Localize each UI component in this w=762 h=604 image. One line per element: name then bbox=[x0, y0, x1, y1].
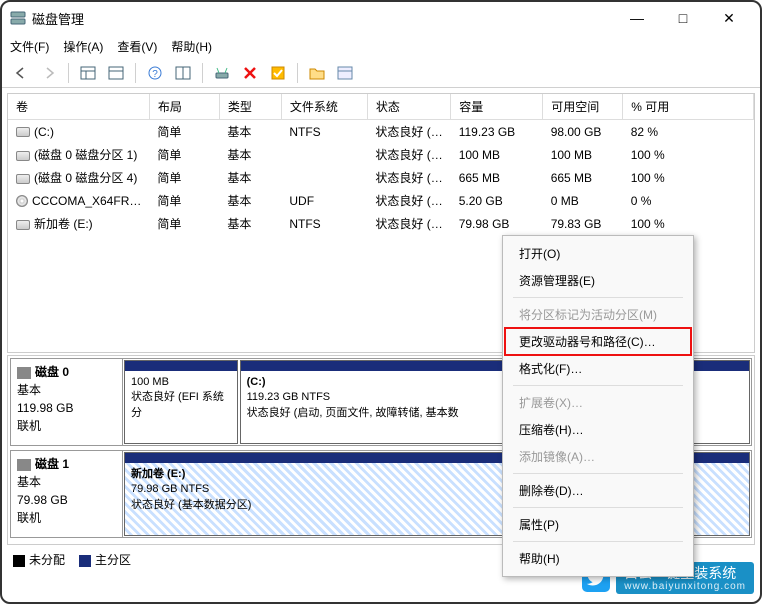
titlebar: 磁盘管理 — □ ✕ bbox=[2, 2, 760, 34]
delete-button[interactable] bbox=[239, 62, 261, 84]
disc-icon bbox=[16, 195, 28, 207]
refresh-button[interactable] bbox=[172, 62, 194, 84]
disk-info: 磁盘 0基本119.98 GB联机 bbox=[11, 359, 123, 445]
table-row[interactable]: (C:)简单基本NTFS状态良好 (…119.23 GB98.00 GB82 % bbox=[8, 120, 754, 144]
window-title: 磁盘管理 bbox=[32, 9, 614, 28]
table-row[interactable]: (磁盘 0 磁盘分区 1)简单基本状态良好 (…100 MB100 MB100 … bbox=[8, 143, 754, 166]
ctx-separator bbox=[513, 541, 683, 542]
menu-file[interactable]: 文件(F) bbox=[10, 38, 49, 55]
help-button[interactable]: ? bbox=[144, 62, 166, 84]
toolbar-separator bbox=[68, 63, 69, 83]
disk-icon bbox=[17, 367, 31, 379]
ctx-change-drive-letter[interactable]: 更改驱动器号和路径(C)… bbox=[505, 328, 691, 355]
svg-text:?: ? bbox=[152, 69, 158, 80]
ctx-format[interactable]: 格式化(F)… bbox=[505, 355, 691, 382]
app-icon bbox=[10, 10, 26, 26]
ctx-separator bbox=[513, 297, 683, 298]
menubar: 文件(F) 操作(A) 查看(V) 帮助(H) bbox=[2, 34, 760, 58]
ctx-open[interactable]: 打开(O) bbox=[505, 240, 691, 267]
toolbar-separator bbox=[202, 63, 203, 83]
context-menu: 打开(O) 资源管理器(E) 将分区标记为活动分区(M) 更改驱动器号和路径(C… bbox=[502, 235, 694, 577]
folder-button[interactable] bbox=[306, 62, 328, 84]
legend-primary-swatch bbox=[79, 555, 91, 567]
col-percent[interactable]: % 可用 bbox=[623, 94, 754, 120]
ctx-separator bbox=[513, 473, 683, 474]
menu-help[interactable]: 帮助(H) bbox=[171, 38, 212, 55]
ctx-properties[interactable]: 属性(P) bbox=[505, 511, 691, 538]
toolbar-separator bbox=[135, 63, 136, 83]
ctx-shrink[interactable]: 压缩卷(H)… bbox=[505, 416, 691, 443]
legend-unallocated-label: 未分配 bbox=[29, 553, 65, 567]
view2-button[interactable] bbox=[105, 62, 127, 84]
minimize-button[interactable]: — bbox=[614, 3, 660, 33]
drive-icon bbox=[16, 220, 30, 230]
drive-icon bbox=[16, 174, 30, 184]
table-row[interactable]: (磁盘 0 磁盘分区 4)简单基本状态良好 (…665 MB665 MB100 … bbox=[8, 166, 754, 189]
col-volume[interactable]: 卷 bbox=[8, 94, 149, 120]
legend-unallocated-swatch bbox=[13, 555, 25, 567]
disk-info: 磁盘 1基本79.98 GB联机 bbox=[11, 451, 123, 537]
col-free[interactable]: 可用空间 bbox=[543, 94, 623, 120]
ctx-explorer[interactable]: 资源管理器(E) bbox=[505, 267, 691, 294]
col-layout[interactable]: 布局 bbox=[149, 94, 219, 120]
view1-button[interactable] bbox=[77, 62, 99, 84]
col-status[interactable]: 状态 bbox=[367, 94, 450, 120]
check-button[interactable] bbox=[267, 62, 289, 84]
scan-button[interactable] bbox=[211, 62, 233, 84]
menu-action[interactable]: 操作(A) bbox=[63, 38, 103, 55]
ctx-delete[interactable]: 删除卷(D)… bbox=[505, 477, 691, 504]
col-type[interactable]: 类型 bbox=[219, 94, 281, 120]
ctx-help[interactable]: 帮助(H) bbox=[505, 545, 691, 572]
maximize-button[interactable]: □ bbox=[660, 3, 706, 33]
close-button[interactable]: ✕ bbox=[706, 3, 752, 33]
disk-icon bbox=[17, 459, 31, 471]
table-row[interactable]: CCCOMA_X64FR…简单基本UDF状态良好 (…5.20 GB0 MB0 … bbox=[8, 189, 754, 212]
drive-icon bbox=[16, 151, 30, 161]
ctx-mirror: 添加镜像(A)… bbox=[505, 443, 691, 470]
col-fs[interactable]: 文件系统 bbox=[281, 94, 367, 120]
ctx-separator bbox=[513, 385, 683, 386]
partition[interactable]: 100 MB状态良好 (EFI 系统分 bbox=[124, 360, 238, 444]
drive-icon bbox=[16, 127, 30, 137]
table-row[interactable]: 新加卷 (E:)简单基本NTFS状态良好 (…79.98 GB79.83 GB1… bbox=[8, 212, 754, 235]
col-capacity[interactable]: 容量 bbox=[451, 94, 543, 120]
toolbar-separator bbox=[297, 63, 298, 83]
properties-button[interactable] bbox=[334, 62, 356, 84]
toolbar: ? bbox=[2, 58, 760, 88]
window-controls: — □ ✕ bbox=[614, 3, 752, 33]
forward-button[interactable] bbox=[38, 62, 60, 84]
back-button[interactable] bbox=[10, 62, 32, 84]
ctx-extend: 扩展卷(X)… bbox=[505, 389, 691, 416]
menu-view[interactable]: 查看(V) bbox=[117, 38, 157, 55]
ctx-mark-active: 将分区标记为活动分区(M) bbox=[505, 301, 691, 328]
legend-primary-label: 主分区 bbox=[95, 553, 131, 567]
ctx-separator bbox=[513, 507, 683, 508]
